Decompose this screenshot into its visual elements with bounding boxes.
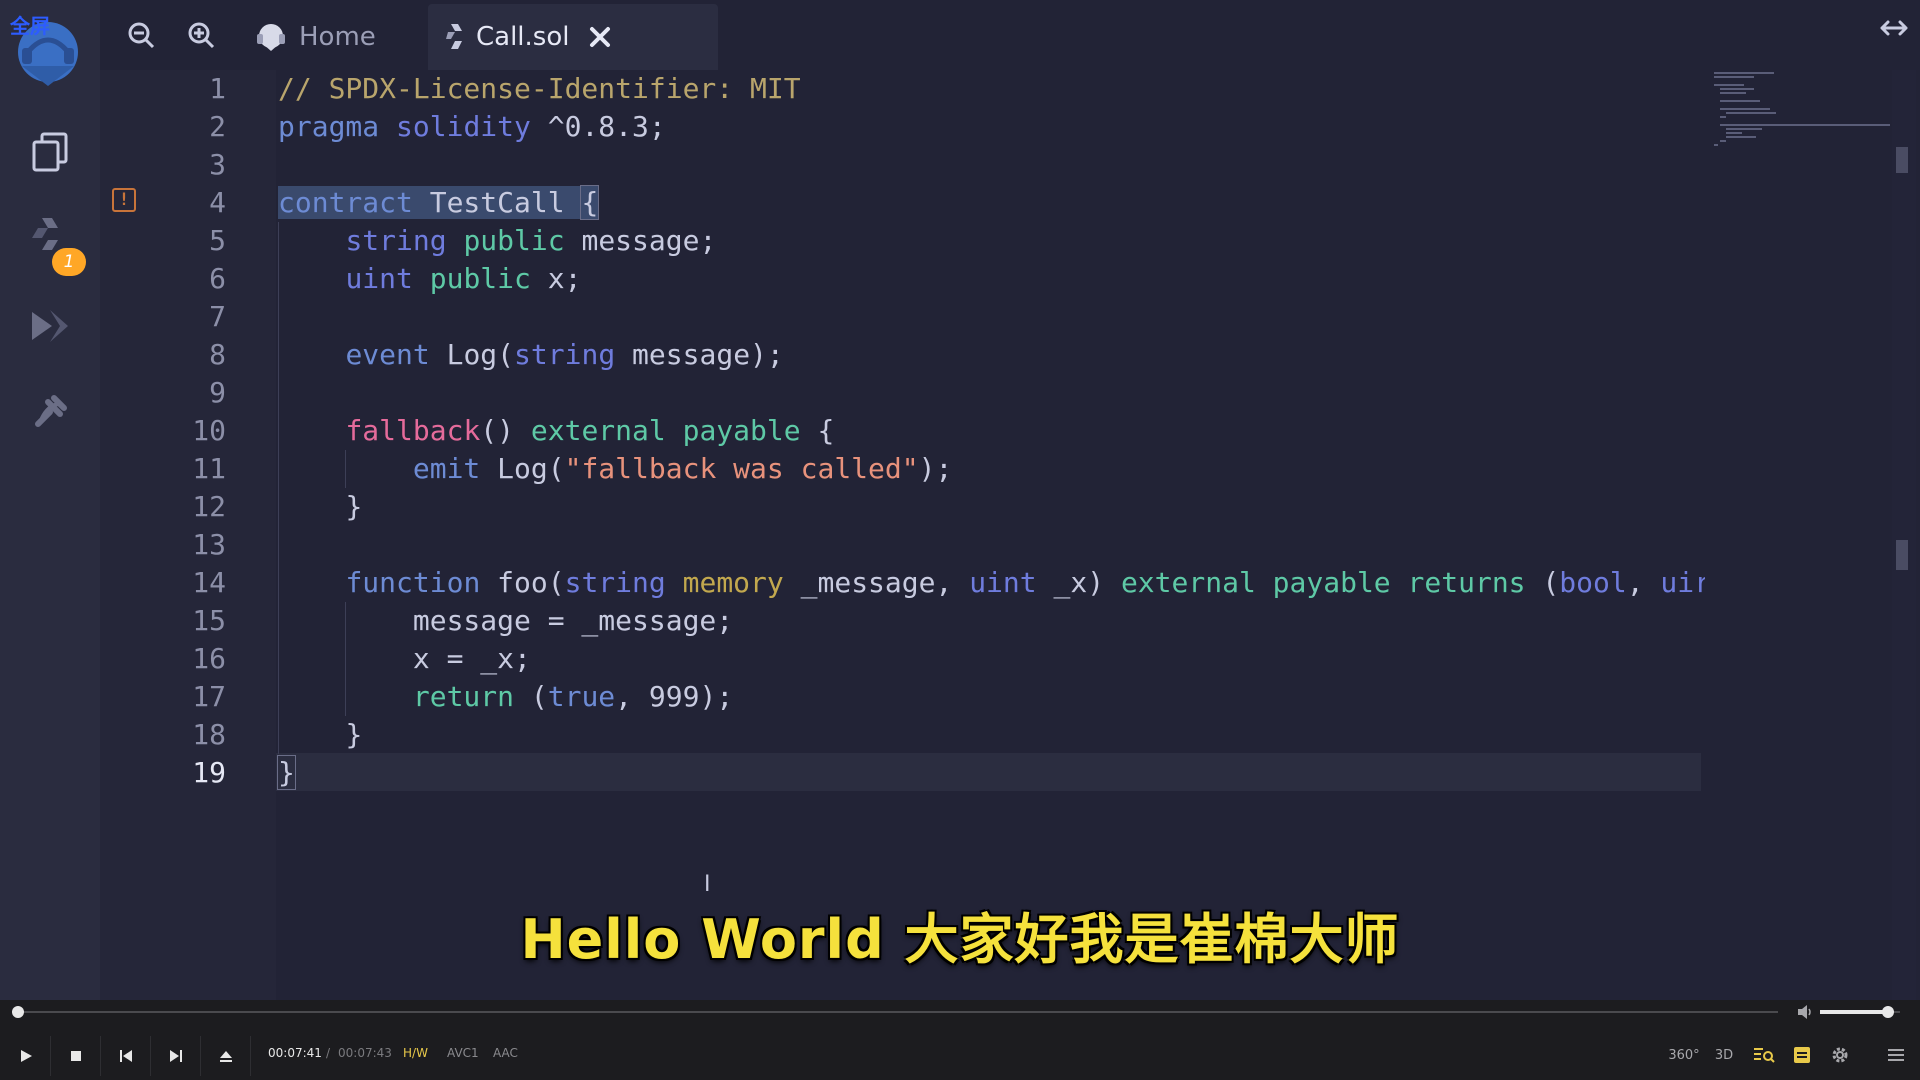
deploy-run-icon[interactable] [22,298,78,354]
line-number: 3 [209,148,226,181]
warning-icon[interactable]: ! [112,188,136,212]
code-area[interactable]: // SPDX-License-Identifier: MIT pragma s… [276,70,1705,1000]
code-line-12: } [345,490,363,523]
code-line-11: emit Log("fallback was called"); [412,452,953,485]
time-total: 00:07:43 [338,1046,392,1060]
tab-label: Home [299,22,376,52]
line-number: 9 [209,376,226,409]
line-number: 10 [192,414,226,447]
line-number: 16 [192,642,226,675]
play-icon[interactable] [2,1036,51,1076]
stop-icon[interactable] [52,1036,101,1076]
seek-bar[interactable] [18,1011,1778,1013]
code-line-1: // SPDX-License-Identifier: MIT [278,72,801,105]
line-number: 17 [192,680,226,713]
menu-icon[interactable] [1882,1042,1910,1068]
minimap[interactable] [1712,70,1892,150]
code-line-2: pragma solidity ^0.8.3; [278,110,666,143]
icon-rail: 全屏 1 [0,0,100,1000]
active-line-highlight [276,753,1701,791]
code-line-10: fallback() external payable { [345,414,835,447]
editor-topbar: Home Call.sol [100,0,1920,70]
scrollbar-thumb[interactable] [1896,147,1908,173]
video-subtitle: Hello World 大家好我是崔棉大师 [520,908,1400,971]
ide-window: 全屏 1 Home Call.sol ! 1 2 3 4 5 6 7 8 9 1… [0,0,1920,1000]
code-line-15: message = _message; [412,604,734,637]
solidity-icon [446,23,464,51]
video-codec-badge: AVC1 [447,1046,479,1060]
code-line-19: } [277,755,296,790]
video-player-controls: 00:07:41 / 00:07:43 H/W AVC1 AAC 360° 3D [0,1000,1920,1080]
tab-label: Call.sol [476,22,570,52]
code-line-14: function foo(string memory _message, uin… [345,566,1705,599]
line-number: 4 [209,186,226,219]
code-line-8: event Log(string message); [345,338,784,371]
line-number: 2 [209,110,226,143]
line-number-active: 19 [192,756,226,789]
close-icon[interactable] [587,24,613,50]
volume-icon[interactable] [1795,1002,1815,1022]
3d-button[interactable]: 3D [1710,1042,1738,1068]
subtitle-icon[interactable] [1788,1042,1816,1068]
code-line-16: x = _x; [412,642,531,675]
playlist-search-icon[interactable] [1750,1042,1778,1068]
plugin-manager-icon[interactable] [22,384,78,440]
tab-home[interactable]: Home [255,4,376,70]
code-line-6: uint public x; [345,262,582,295]
line-number: 11 [192,452,226,485]
scrollbar-marker [1896,540,1908,570]
audio-codec-badge: AAC [493,1046,518,1060]
next-icon[interactable] [152,1036,201,1076]
eject-icon[interactable] [202,1036,251,1076]
notification-badge: 1 [52,248,86,276]
line-number: 1 [209,72,226,105]
tab-call-sol[interactable]: Call.sol [428,4,718,70]
time-separator: / [326,1046,331,1060]
volume-level [1820,1010,1888,1014]
expand-panel-icon[interactable] [1878,16,1910,40]
previous-icon[interactable] [102,1036,151,1076]
code-line-17: return (true, 999); [412,680,734,713]
line-number: 13 [192,528,226,561]
line-number: 5 [209,224,226,257]
zoom-out-icon[interactable] [124,18,158,52]
line-number: 7 [209,300,226,333]
seek-handle[interactable] [12,1006,24,1018]
code-editor[interactable]: ! 1 2 3 4 5 6 7 8 9 10 11 12 13 14 15 16… [100,70,1705,1000]
line-number: 8 [209,338,226,371]
code-line-4: contract TestCall { [278,185,600,220]
settings-gear-icon[interactable] [1826,1042,1854,1068]
home-icon [255,22,287,52]
line-number: 6 [209,262,226,295]
line-number: 14 [192,566,226,599]
line-number: 15 [192,604,226,637]
vertical-scrollbar[interactable] [1892,70,1916,1000]
text-cursor-icon: I [704,872,711,897]
code-line-5: string public message; [345,224,717,257]
time-current: 00:07:41 [268,1046,322,1060]
line-number: 12 [192,490,226,523]
line-number: 18 [192,718,226,751]
file-explorer-icon[interactable] [22,124,78,180]
hw-decode-badge[interactable]: H/W [398,1045,433,1061]
volume-handle[interactable] [1882,1006,1894,1018]
zoom-in-icon[interactable] [184,18,218,52]
line-number-gutter: ! 1 2 3 4 5 6 7 8 9 10 11 12 13 14 15 16… [100,70,276,1000]
vr-360-button[interactable]: 360° [1668,1042,1699,1068]
code-line-18: } [345,718,363,751]
fullscreen-label[interactable]: 全屏 [10,10,50,39]
